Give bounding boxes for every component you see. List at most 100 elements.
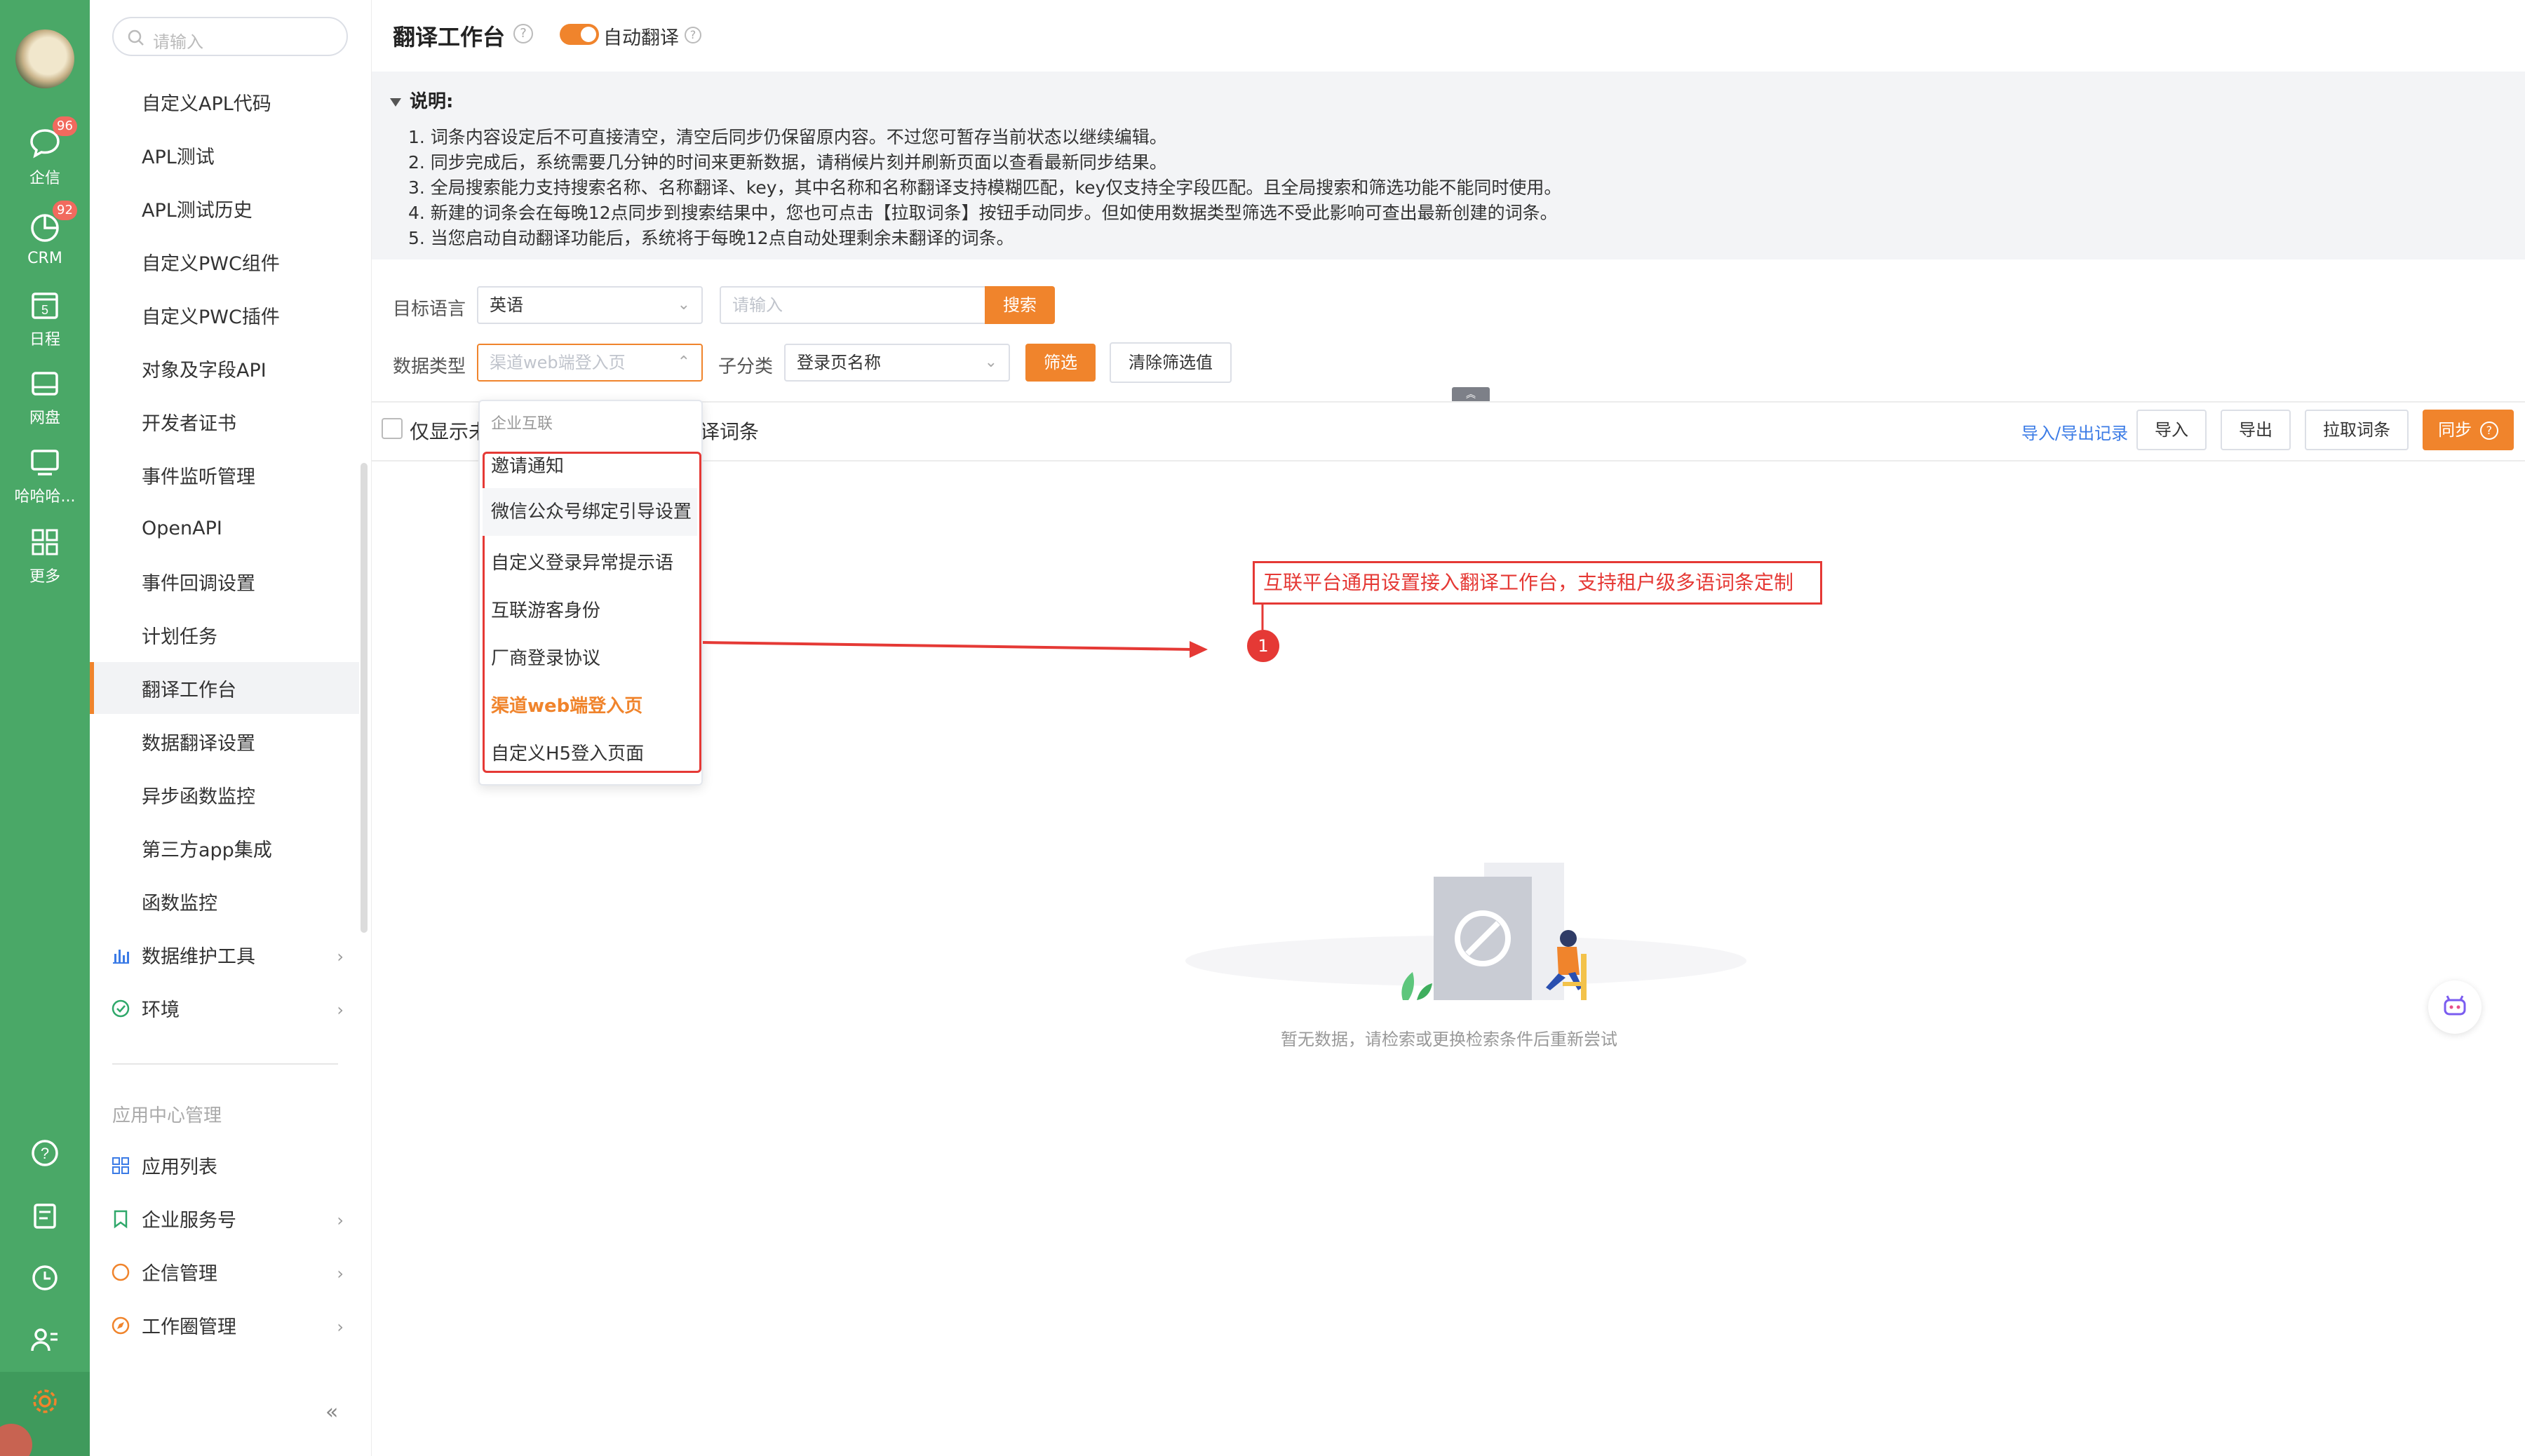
rail-item-more[interactable]: 更多 bbox=[0, 525, 90, 586]
only-untranslated-label-suffix: 译词条 bbox=[700, 420, 760, 443]
sidebar-item-label: 企业服务号 bbox=[142, 1209, 236, 1232]
calendar-icon: 5 bbox=[27, 288, 62, 323]
page-title: 翻译工作台 bbox=[393, 24, 506, 50]
sidebar-item-label: 对象及字段API bbox=[142, 359, 267, 382]
dropdown-option[interactable]: 自定义登录异常提示语 bbox=[491, 548, 673, 574]
sidebar-item-service-account[interactable]: 企业服务号 › bbox=[90, 1192, 359, 1244]
bar-chart-icon bbox=[111, 945, 130, 965]
sidebar-item-qixin-manage[interactable]: 企信管理 › bbox=[90, 1246, 359, 1297]
search-button[interactable]: 搜索 bbox=[985, 286, 1055, 324]
dropdown-option[interactable]: 邀请通知 bbox=[491, 452, 564, 478]
sidebar-item-apl-code[interactable]: 自定义APL代码 bbox=[90, 76, 359, 128]
empty-state-illustration bbox=[1178, 856, 1753, 1027]
notebook-icon[interactable] bbox=[0, 1201, 90, 1234]
sidebar-item-openapi[interactable]: OpenAPI bbox=[90, 502, 359, 554]
sidebar-item-data-tools[interactable]: 数据维护工具 › bbox=[90, 929, 359, 980]
dropdown-option[interactable]: 互联游客身份 bbox=[491, 596, 600, 622]
sidebar-section-title: 应用中心管理 bbox=[112, 1105, 222, 1126]
data-type-select[interactable]: 渠道web端登入页 ⌃ bbox=[477, 344, 703, 382]
clock-icon[interactable] bbox=[0, 1262, 90, 1296]
collapse-sidebar-button[interactable]: « bbox=[325, 1400, 338, 1424]
sidebar-scrollbar[interactable] bbox=[361, 463, 368, 933]
svg-text:?: ? bbox=[41, 1145, 49, 1162]
user-avatar[interactable] bbox=[15, 29, 74, 88]
sync-button[interactable]: 同步 ? bbox=[2423, 410, 2514, 450]
dropdown-option[interactable]: 自定义H5登入页面 bbox=[491, 739, 644, 765]
notice-line: 4. 新建的词条会在每晚12点同步到搜索结果中，您也可点击【拉取词条】按钮手动同… bbox=[408, 203, 1558, 223]
sidebar-item-label: OpenAPI bbox=[142, 517, 222, 539]
help-icon[interactable]: ? bbox=[513, 24, 533, 43]
sidebar-item-apl-history[interactable]: APL测试历史 bbox=[90, 182, 359, 234]
assistant-float-button[interactable] bbox=[2428, 980, 2482, 1034]
help-icon[interactable]: ? bbox=[685, 27, 701, 43]
annotation-callout: 互联平台通用设置接入翻译工作台，支持租户级多语词条定制 bbox=[1253, 561, 1822, 605]
export-button[interactable]: 导出 bbox=[2221, 410, 2291, 450]
rail-label: 网盘 bbox=[29, 410, 60, 427]
sidebar-item-scheduled-task[interactable]: 计划任务 bbox=[90, 609, 359, 661]
settings-gear-icon[interactable] bbox=[0, 1386, 90, 1420]
import-export-records-link[interactable]: 导入/导出记录 bbox=[2021, 419, 2128, 444]
dropdown-option[interactable]: 微信公众号绑定引导设置 bbox=[483, 488, 697, 536]
sidebar-item-label: 数据维护工具 bbox=[142, 945, 255, 968]
sidebar-item-third-party-app[interactable]: 第三方app集成 bbox=[90, 822, 359, 874]
sidebar-item-object-api[interactable]: 对象及字段API bbox=[90, 342, 359, 394]
rail-item-drive[interactable]: 网盘 bbox=[0, 366, 90, 428]
sidebar-item-app-list[interactable]: 应用列表 bbox=[90, 1139, 359, 1191]
sidebar-item-label: 函数监控 bbox=[142, 892, 217, 915]
sidebar-item-translation-workbench[interactable]: 翻译工作台 bbox=[90, 662, 359, 714]
rail-item-crm[interactable]: 92 CRM bbox=[0, 201, 90, 267]
sidebar-item-environment[interactable]: 环境 › bbox=[90, 982, 359, 1034]
sidebar-item-label: 异步函数监控 bbox=[142, 786, 255, 808]
import-button[interactable]: 导入 bbox=[2136, 410, 2207, 450]
subcategory-select[interactable]: 登录页名称 ⌄ bbox=[784, 344, 1010, 382]
rail-label: 哈哈哈... bbox=[14, 488, 76, 506]
drive-icon bbox=[27, 366, 62, 401]
collapse-filters-handle[interactable]: ︽ bbox=[1452, 387, 1490, 403]
search-placeholder: 请输入 bbox=[732, 295, 783, 315]
dropdown-option[interactable]: 厂商登录协议 bbox=[491, 644, 600, 670]
monitor-icon bbox=[27, 445, 62, 480]
sidebar-divider bbox=[112, 1063, 338, 1065]
sidebar-item-function-monitor[interactable]: 函数监控 bbox=[90, 875, 359, 927]
sidebar-item-data-translation[interactable]: 数据翻译设置 bbox=[90, 715, 359, 767]
sidebar-item-dev-cert[interactable]: 开发者证书 bbox=[90, 396, 359, 447]
rail-item-calendar[interactable]: 5 日程 bbox=[0, 288, 90, 349]
help-icon[interactable]: ? bbox=[0, 1138, 90, 1171]
target-language-label: 目标语言 bbox=[393, 299, 466, 320]
app-rail: 96 企信 92 CRM 5 日程 网盘 哈哈哈... 更多 ? bbox=[0, 0, 90, 1456]
sidebar-item-label: 环境 bbox=[142, 999, 180, 1021]
rail-item-qixin[interactable]: 96 企信 bbox=[0, 116, 90, 188]
only-untranslated-checkbox[interactable] bbox=[382, 418, 403, 439]
data-type-label: 数据类型 bbox=[393, 356, 466, 377]
contacts-icon[interactable] bbox=[0, 1324, 90, 1358]
search-icon bbox=[126, 28, 146, 50]
notice-line: 5. 当您启动自动翻译功能后，系统将于每晚12点自动处理剩余未翻译的词条。 bbox=[408, 228, 1014, 248]
calendar-day: 5 bbox=[41, 303, 48, 317]
sidebar-item-workcircle[interactable]: 工作圈管理 › bbox=[90, 1299, 359, 1351]
sidebar-item-event-listen[interactable]: 事件监听管理 bbox=[90, 449, 359, 501]
rail-label: 更多 bbox=[29, 568, 60, 586]
sidebar-item-pwc-component[interactable]: 自定义PWC组件 bbox=[90, 236, 359, 288]
clear-filter-button[interactable]: 清除筛选值 bbox=[1110, 342, 1232, 383]
sidebar-item-label: 自定义PWC组件 bbox=[142, 252, 280, 275]
auto-translate-toggle[interactable] bbox=[560, 24, 599, 45]
rail-label: 企信 bbox=[29, 170, 60, 187]
bookmark-icon bbox=[111, 1209, 130, 1229]
sidebar-item-apl-test[interactable]: APL测试 bbox=[90, 129, 359, 181]
sidebar-item-event-callback[interactable]: 事件回调设置 bbox=[90, 555, 359, 607]
sidebar-item-label: 开发者证书 bbox=[142, 412, 236, 435]
target-language-select[interactable]: 英语 ⌄ bbox=[477, 286, 703, 324]
sidebar-item-async-monitor[interactable]: 异步函数监控 bbox=[90, 769, 359, 821]
filter-button[interactable]: 筛选 bbox=[1025, 344, 1096, 382]
rail-item-custom[interactable]: 哈哈哈... bbox=[0, 445, 90, 506]
empty-state-message: 暂无数据，请检索或更换检索条件后重新尝试 bbox=[1281, 1030, 1617, 1049]
notice-title[interactable]: 说明: bbox=[390, 87, 453, 113]
dropdown-option-selected[interactable]: 渠道web端登入页 bbox=[491, 692, 642, 717]
pull-terms-button[interactable]: 拉取词条 bbox=[2305, 410, 2409, 450]
sidebar-item-label: 工作圈管理 bbox=[142, 1316, 236, 1338]
search-input[interactable]: 请输入 bbox=[720, 286, 986, 324]
sidebar-search-input[interactable]: 请输入 bbox=[112, 17, 348, 56]
sidebar-item-pwc-plugin[interactable]: 自定义PWC插件 bbox=[90, 289, 359, 341]
chevron-down-icon: ⌄ bbox=[984, 353, 997, 371]
data-type-placeholder: 渠道web端登入页 bbox=[490, 353, 626, 372]
